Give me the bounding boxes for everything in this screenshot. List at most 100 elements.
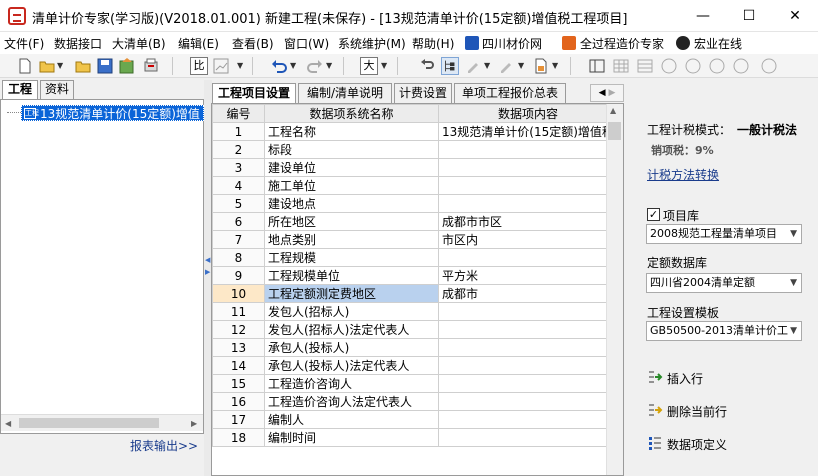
redo-icon[interactable] xyxy=(306,57,324,75)
row-name-cell[interactable]: 工程规模单位 xyxy=(264,266,439,285)
row-name-cell[interactable]: 工程定额测定费地区 xyxy=(264,284,439,303)
table-row[interactable]: 12 发包人(招标人)法定代表人 xyxy=(212,320,618,339)
layout-icon[interactable] xyxy=(588,57,606,75)
table-row[interactable]: 10 工程定额测定费地区 成都市 xyxy=(212,284,618,303)
row-number-cell[interactable]: 17 xyxy=(212,410,265,429)
define-item-icon[interactable] xyxy=(647,435,663,451)
row-value-cell[interactable] xyxy=(438,356,618,375)
row-value-cell[interactable]: 成都市 xyxy=(438,284,618,303)
row-name-cell[interactable]: 建设单位 xyxy=(264,158,439,177)
row-number-cell[interactable]: 13 xyxy=(212,338,265,357)
menu-file[interactable]: 文件(F) xyxy=(4,35,44,52)
row-number-cell[interactable]: 10 xyxy=(212,284,265,303)
table-row[interactable]: 8 工程规模 xyxy=(212,248,618,267)
row-name-cell[interactable]: 地点类别 xyxy=(264,230,439,249)
tab-quote-summary[interactable]: 单项工程报价总表 xyxy=(454,83,566,103)
menu-help[interactable]: 帮助(H) xyxy=(412,35,454,52)
tab-compile-notes[interactable]: 编制/清单说明 xyxy=(298,83,392,103)
row-name-cell[interactable]: 编制时间 xyxy=(264,428,439,447)
row-name-cell[interactable]: 工程造价咨询人 xyxy=(264,374,439,393)
redo-dropdown-icon[interactable]: ▼ xyxy=(326,61,332,70)
menu-system[interactable]: 系统维护(M) xyxy=(338,35,406,52)
check-icon[interactable] xyxy=(732,57,750,75)
row-name-cell[interactable]: 工程规模 xyxy=(264,248,439,267)
delete-row-button[interactable]: 删除当前行 xyxy=(667,403,727,420)
row-value-cell[interactable] xyxy=(438,374,618,393)
row-number-cell[interactable]: 2 xyxy=(212,140,265,159)
col-header-name[interactable]: 数据项系统名称 xyxy=(264,104,439,123)
template-select[interactable]: GB50500-2013清单计价工 ▼ xyxy=(646,321,802,341)
tree-view-icon[interactable] xyxy=(441,57,459,75)
row-value-cell[interactable]: 市区内 xyxy=(438,230,618,249)
folder-icon[interactable] xyxy=(74,57,92,75)
table-row[interactable]: 18 编制时间 xyxy=(212,428,618,447)
document-dropdown-icon[interactable]: ▼ xyxy=(552,61,558,70)
table-row[interactable]: 11 发包人(招标人) xyxy=(212,302,618,321)
row-value-cell[interactable] xyxy=(438,194,618,213)
row-value-cell[interactable] xyxy=(438,176,618,195)
tab-materials[interactable]: 资料 xyxy=(40,80,74,99)
menu-window[interactable]: 窗口(W) xyxy=(284,35,329,52)
insert-row-button[interactable]: 插入行 xyxy=(667,370,703,387)
format-icon[interactable] xyxy=(465,57,483,75)
back-arrow-icon[interactable] xyxy=(418,57,436,75)
tree-horizontal-scrollbar[interactable]: ◀ ▶ xyxy=(1,414,203,431)
table-row[interactable]: 9 工程规模单位 平方米 xyxy=(212,266,618,285)
top-icon[interactable] xyxy=(760,57,778,75)
tax-method-switch-link[interactable]: 计税方法转换 xyxy=(647,166,719,183)
project-lib-checkbox[interactable]: ✓ xyxy=(647,208,660,221)
row-number-cell[interactable]: 6 xyxy=(212,212,265,231)
maximize-button[interactable]: ☐ xyxy=(726,0,772,32)
tab-scroll-left-icon[interactable]: ◀ xyxy=(599,88,606,98)
row-value-cell[interactable] xyxy=(438,338,618,357)
quota-lib-select[interactable]: 四川省2004清单定额 ▼ xyxy=(646,273,802,293)
define-item-button[interactable]: 数据项定义 xyxy=(667,436,727,453)
row-number-cell[interactable]: 1 xyxy=(212,122,265,141)
row-name-cell[interactable]: 施工单位 xyxy=(264,176,439,195)
row-value-cell[interactable] xyxy=(438,410,618,429)
print-icon[interactable] xyxy=(142,57,160,75)
row-value-cell[interactable] xyxy=(438,392,618,411)
row-number-cell[interactable]: 18 xyxy=(212,428,265,447)
brush-icon[interactable] xyxy=(498,57,516,75)
menu-view[interactable]: 查看(B) xyxy=(232,35,274,52)
format-dropdown-icon[interactable]: ▼ xyxy=(484,61,490,70)
export-icon[interactable] xyxy=(118,57,136,75)
delete-row-icon[interactable] xyxy=(647,402,663,418)
menu-edit[interactable]: 编辑(E) xyxy=(178,35,219,52)
menu-cost-expert[interactable]: 全过程造价专家 xyxy=(580,35,664,52)
row-number-cell[interactable]: 5 xyxy=(212,194,265,213)
row-number-cell[interactable]: 9 xyxy=(212,266,265,285)
col-header-value[interactable]: 数据项内容 xyxy=(438,104,618,123)
font-size-button[interactable]: 大 xyxy=(360,57,378,75)
row-value-cell[interactable]: 平方米 xyxy=(438,266,618,285)
collapse-left-icon[interactable]: ◀ xyxy=(205,256,210,264)
chart-icon[interactable] xyxy=(212,57,230,75)
row-number-cell[interactable]: 3 xyxy=(212,158,265,177)
scroll-left-icon[interactable]: ◀ xyxy=(5,419,11,428)
row-number-cell[interactable]: 11 xyxy=(212,302,265,321)
tree-node-project[interactable]: 工程 13规范清单计价(15定额)增值 xyxy=(21,105,204,121)
table-row[interactable]: 16 工程造价咨询人法定代表人 xyxy=(212,392,618,411)
row-number-cell[interactable]: 16 xyxy=(212,392,265,411)
table-row[interactable]: 17 编制人 xyxy=(212,410,618,429)
document-icon[interactable] xyxy=(532,57,550,75)
percent-button[interactable]: 比 xyxy=(190,57,208,75)
tab-scroll-buttons[interactable]: ◀ ▶ xyxy=(590,84,624,102)
table-row[interactable]: 13 承包人(投标人) xyxy=(212,338,618,357)
chart-dropdown-icon[interactable]: ▼ xyxy=(237,61,243,70)
tab-scroll-right-icon[interactable]: ▶ xyxy=(608,88,615,98)
unit-icon[interactable] xyxy=(708,57,726,75)
menu-big-list[interactable]: 大清单(B) xyxy=(112,35,166,52)
row-name-cell[interactable]: 承包人(投标人) xyxy=(264,338,439,357)
row-number-cell[interactable]: 8 xyxy=(212,248,265,267)
table-row[interactable]: 3 建设单位 xyxy=(212,158,618,177)
row-name-cell[interactable]: 标段 xyxy=(264,140,439,159)
row-value-cell[interactable]: 成都市市区 xyxy=(438,212,618,231)
row-number-cell[interactable]: 12 xyxy=(212,320,265,339)
row-name-cell[interactable]: 承包人(投标人)法定代表人 xyxy=(264,356,439,375)
brush-dropdown-icon[interactable]: ▼ xyxy=(518,61,524,70)
row-name-cell[interactable]: 编制人 xyxy=(264,410,439,429)
table-row[interactable]: 6 所在地区 成都市市区 xyxy=(212,212,618,231)
grid-icon[interactable] xyxy=(612,57,630,75)
